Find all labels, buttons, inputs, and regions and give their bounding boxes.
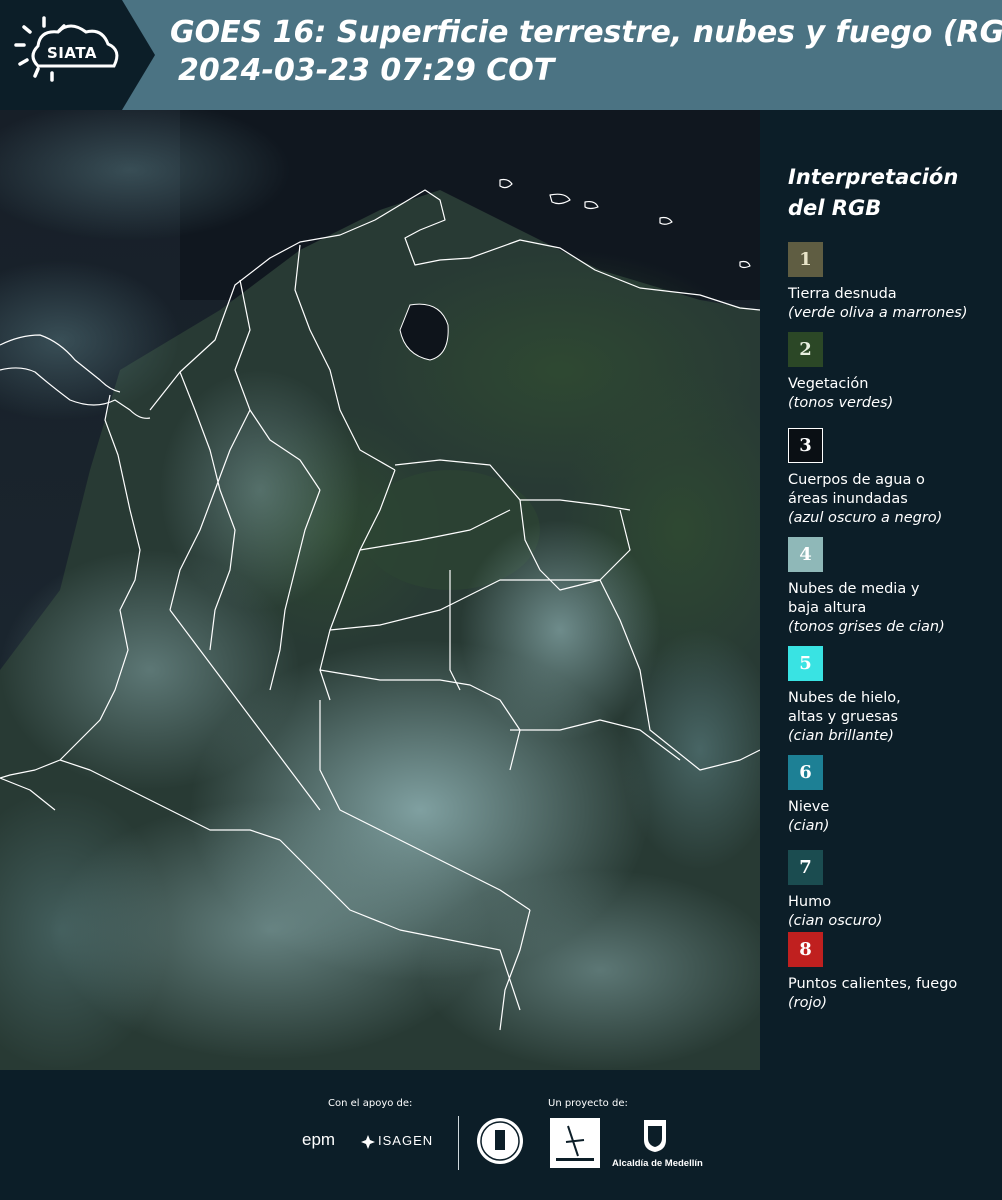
area-metropolitana-icon: [556, 1125, 594, 1161]
timestamp: 2024-03-23 07:29 COT: [178, 53, 555, 88]
legend-item-5: 5 Nubes de hielo, altas y gruesas (cian br…: [788, 646, 998, 746]
legend-item-description: (rojo): [788, 995, 828, 1011]
legend-item-description: (verde oliva a marrones): [788, 305, 968, 321]
logo-text: SIATA: [47, 44, 98, 62]
epm-logo[interactable]: epm: [302, 1130, 335, 1150]
satellite-map[interactable]: [0, 110, 760, 1070]
alcaldia-shield-icon: [644, 1120, 666, 1152]
alcaldia-logo[interactable]: Alcaldía de Medellín: [612, 1158, 703, 1169]
legend-item-description: (cian): [788, 818, 830, 834]
legend-item-8: 8 Puntos calientes, fuego (rojo): [788, 932, 998, 1013]
legend-item-name: Puntos calientes, fuego: [788, 976, 958, 992]
legend-title: Interpretación del RGB: [788, 165, 959, 220]
legend-panel: Interpretación del RGB 1 Tierra desnuda (v…: [760, 110, 1002, 1070]
area-metropolitana-logo[interactable]: [550, 1118, 600, 1168]
legend-swatch: 3: [788, 428, 823, 463]
isagen-icon: [361, 1135, 375, 1149]
legend-item-description: (tonos verdes): [788, 395, 894, 411]
legend-item-name: Vegetación: [788, 376, 869, 392]
legend-swatch: 4: [788, 537, 823, 572]
university-seal-icon[interactable]: [475, 1116, 525, 1166]
legend-item-description: (cian oscuro): [788, 913, 883, 929]
legend-swatch: 7: [788, 850, 823, 885]
legend-swatch: 1: [788, 242, 823, 277]
legend-item-name: Nubes de hielo, altas y gruesas: [788, 690, 901, 725]
footer-divider: [458, 1116, 459, 1170]
page-title: GOES 16: Superficie terrestre, nubes y f…: [170, 15, 1002, 50]
legend-item-7: 7 Humo (cian oscuro): [788, 850, 998, 931]
legend-item-name: Cuerpos de agua o áreas inundadas: [788, 472, 925, 507]
legend-item-name: Humo: [788, 894, 832, 910]
legend-item-4: 4 Nubes de media y baja altura (tonos gris…: [788, 537, 998, 637]
footer: Con el apoyo de: Un proyecto de: epm ISA…: [0, 1070, 1002, 1200]
legend-item-name: Nubes de media y baja altura: [788, 581, 920, 616]
support-label: Con el apoyo de:: [328, 1098, 413, 1109]
header-bar: SIATA GOES 16: Superficie terrestre, nub…: [0, 0, 1002, 110]
isagen-logo[interactable]: ISAGEN: [378, 1133, 433, 1148]
legend-swatch: 5: [788, 646, 823, 681]
legend-item-3: 3 Cuerpos de agua o áreas inundadas (azul …: [788, 428, 998, 528]
legend-item-description: (azul oscuro a negro): [788, 510, 943, 526]
legend-item-2: 2 Vegetación (tonos verdes): [788, 332, 998, 413]
legend-item-1: 1 Tierra desnuda (verde oliva a marrones): [788, 242, 998, 323]
legend-item-name: Tierra desnuda: [788, 286, 897, 302]
project-label: Un proyecto de:: [548, 1098, 628, 1109]
satellite-image: [0, 110, 760, 1070]
legend-item-description: (tonos grises de cian): [788, 619, 945, 635]
legend-item-6: 6 Nieve (cian): [788, 755, 998, 836]
legend-item-description: (cian brillante): [788, 728, 894, 744]
legend-item-name: Nieve: [788, 799, 830, 815]
siata-logo[interactable]: SIATA: [0, 0, 155, 110]
legend-swatch: 8: [788, 932, 823, 967]
legend-swatch: 6: [788, 755, 823, 790]
legend-swatch: 2: [788, 332, 823, 367]
